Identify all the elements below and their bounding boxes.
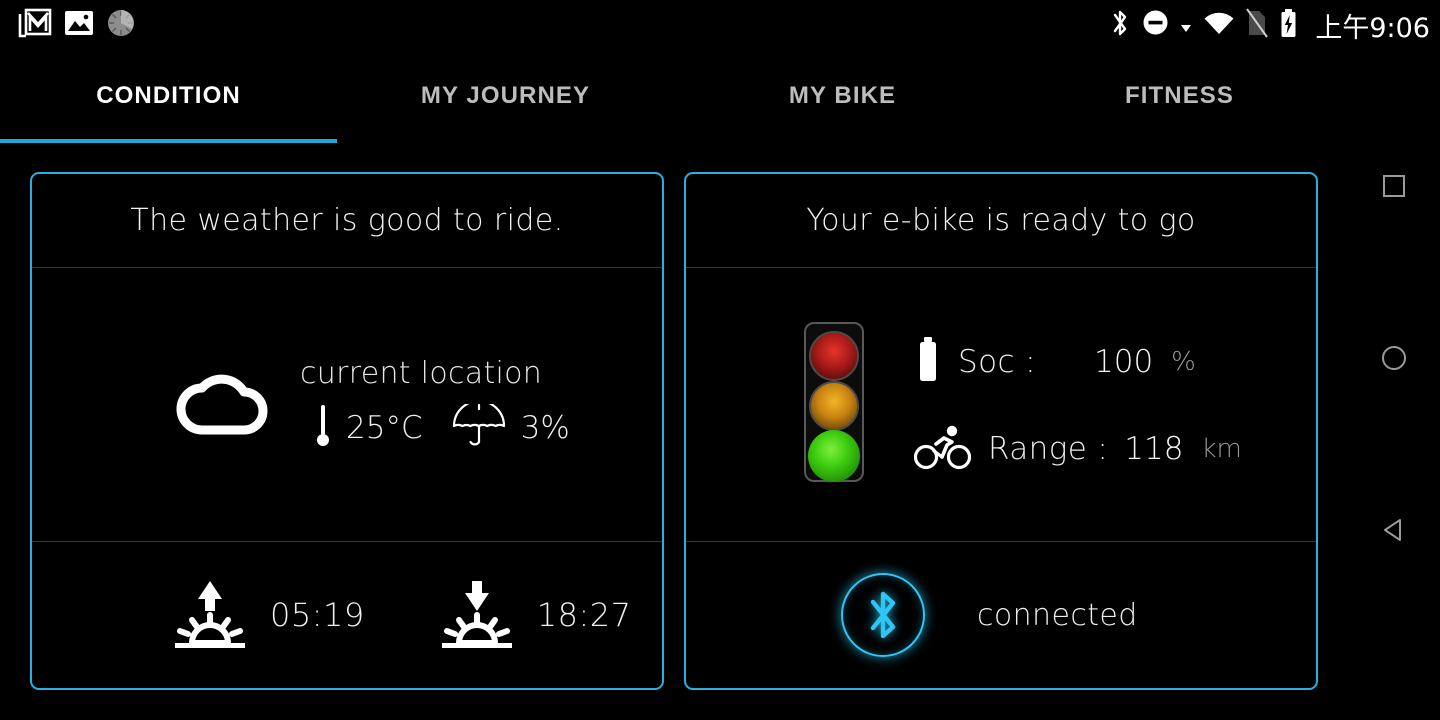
tab-active-indicator [0,139,337,143]
do-not-disturb-icon [1142,9,1169,41]
cloud-icon [176,364,268,445]
bike-card-header: Your e-bike is ready to go [686,174,1316,268]
soc-unit: % [1171,347,1196,377]
battery-charging-icon [1279,8,1298,43]
tab-my-bike[interactable]: MY BIKE [674,56,1011,144]
tab-condition-label: CONDITION [96,82,241,109]
sunrise-time: 05:19 [270,596,365,634]
current-location-label: current location [300,355,543,391]
bike-card[interactable]: Your e-bike is ready to go Soc: 100 % R… [684,172,1318,690]
bluetooth-status-icon[interactable] [841,573,925,657]
photo-icon [64,9,94,42]
thermometer-icon [314,403,332,454]
bluetooth-icon [1109,7,1131,44]
circle-icon [1381,345,1407,376]
chevron-down-icon [1180,9,1192,42]
soc-label: Soc : [958,344,1036,380]
soc-value: 100 [1094,344,1154,380]
range-unit: km [1201,434,1242,464]
no-sim-icon [1246,7,1269,43]
app-screen: 上午9:06 CONDITION MY JOURNEY MY BIKE FITN… [0,0,1440,720]
range-value: 118 [1124,431,1184,467]
tab-my-journey-label: MY JOURNEY [420,82,591,109]
home-button[interactable] [1348,330,1440,390]
android-navigation-bar [1348,0,1440,720]
triangle-back-icon [1381,517,1407,548]
umbrella-icon [451,399,507,453]
tab-fitness[interactable]: FITNESS [1011,56,1348,144]
bluetooth-status-label: connected [977,597,1138,633]
bike-card-title: Your e-bike is ready to go [806,203,1196,238]
range-row: Range : 118 km [913,424,1242,475]
sunset-icon [439,577,515,654]
soc-row: Soc : 100 % [914,335,1242,390]
weather-card-body: current location 25°C 3% [32,268,662,542]
battery-icon [914,335,942,390]
recents-button[interactable] [1348,158,1440,218]
sunset-time: 18:27 [536,596,632,634]
wifi-icon [1203,10,1235,41]
temperature-value: 25°C [346,410,423,446]
tab-fitness-label: FITNESS [1124,82,1235,109]
range-label: Range : [988,431,1109,467]
square-icon [1382,174,1406,203]
precipitation-value: 3% [520,410,570,446]
tab-bar: CONDITION MY JOURNEY MY BIKE FITNESS [0,56,1348,144]
back-button[interactable] [1348,502,1440,562]
status-bar-left-icons [0,8,136,43]
cards-container: The weather is good to ride. current loc… [0,172,1348,692]
weather-card[interactable]: The weather is good to ride. current loc… [30,172,664,690]
weather-card-title: The weather is good to ride. [130,203,564,238]
bike-card-body: Soc : 100 % Range: 118 km [686,268,1316,542]
gmail-icon [18,8,52,43]
tab-my-bike-label: MY BIKE [788,82,897,109]
bike-card-footer: connected [686,542,1316,688]
tab-my-journey[interactable]: MY JOURNEY [337,56,674,144]
loading-spinner-icon [106,8,136,43]
weather-card-header: The weather is good to ride. [32,174,662,268]
weather-card-footer: 05:19 18:27 [32,542,662,688]
sunrise-icon [172,577,248,654]
traffic-light-icon [802,320,866,489]
cyclist-icon [913,424,972,475]
status-bar: 上午9:06 [0,0,1440,50]
weather-metrics: 25°C 3% [300,399,570,454]
tab-condition[interactable]: CONDITION [0,56,337,144]
